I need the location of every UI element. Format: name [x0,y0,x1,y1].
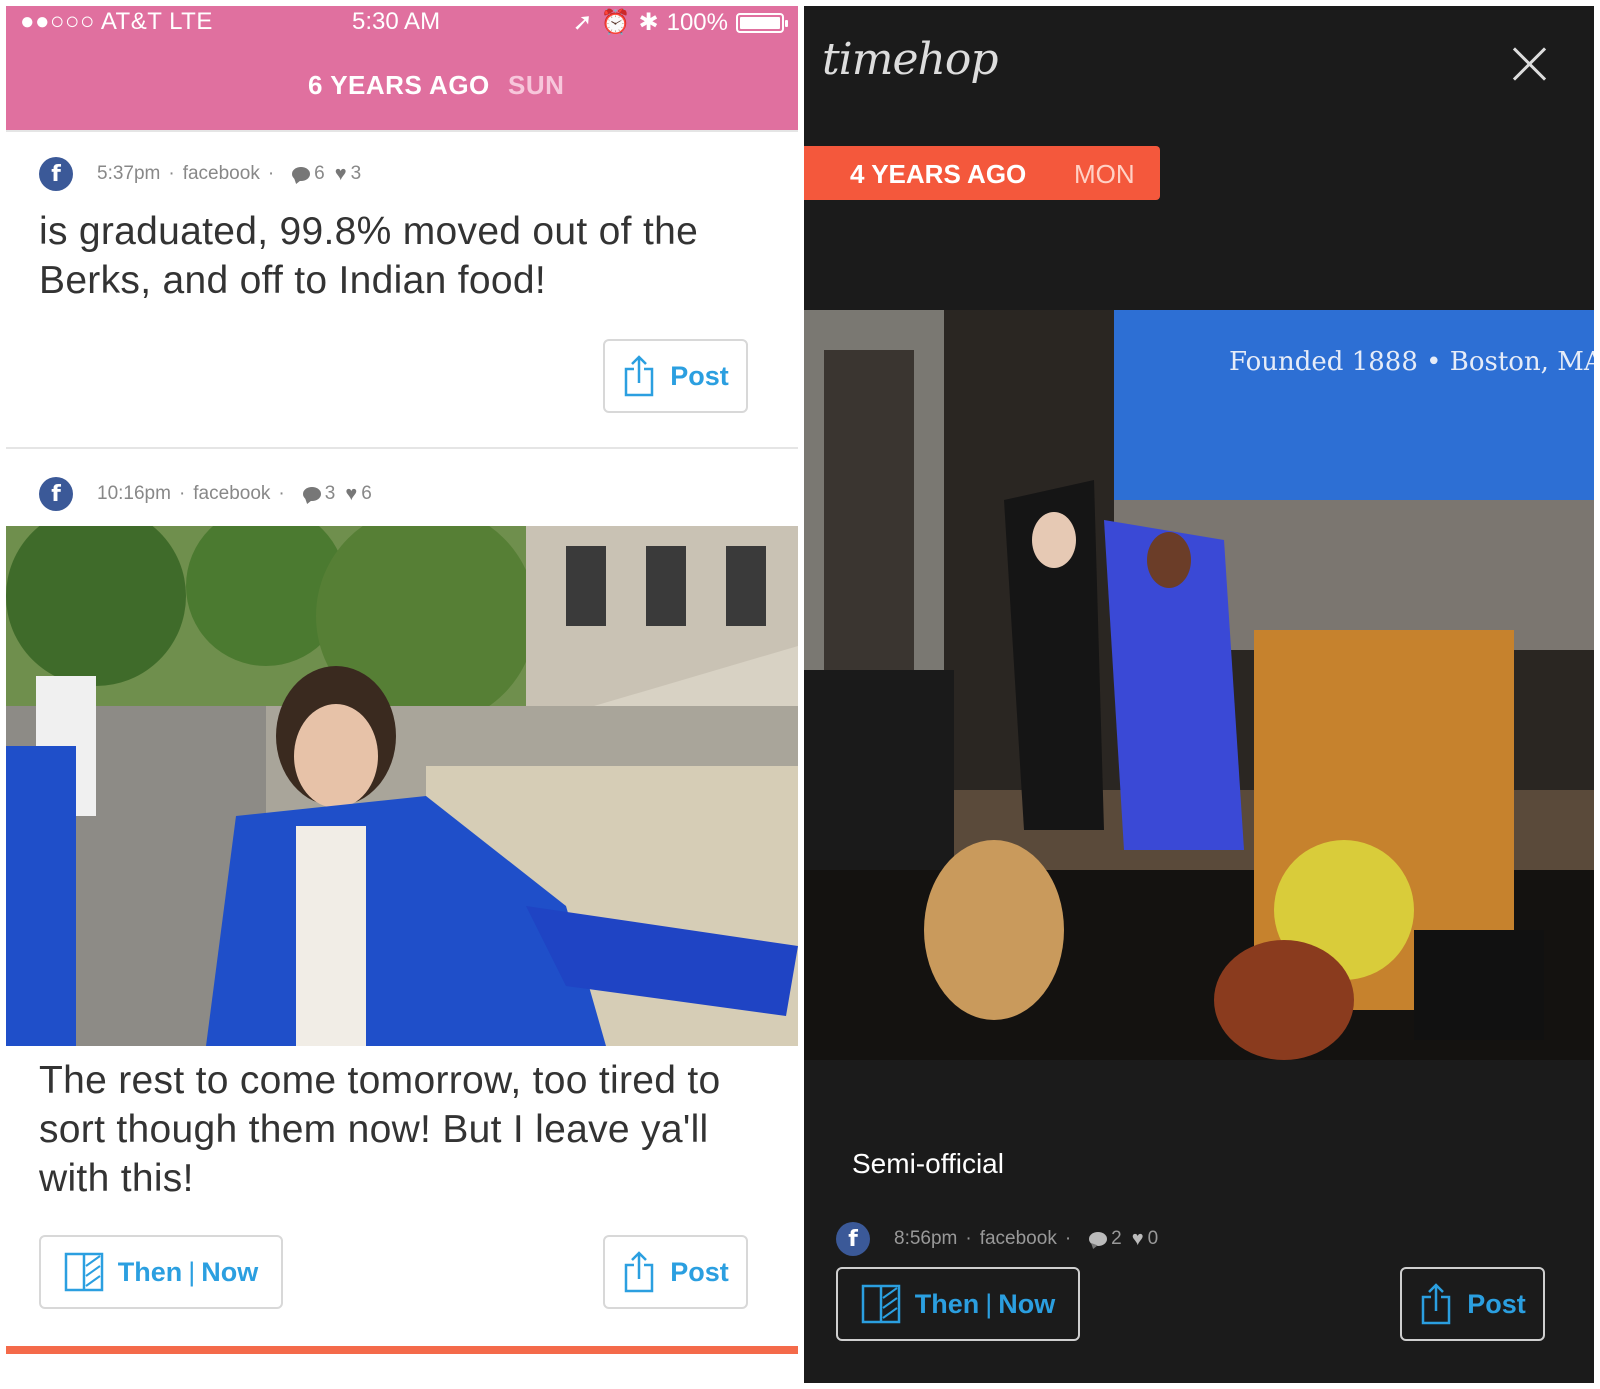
bluetooth-icon: ✱ [638,9,659,36]
heart-icon: ♥ [1131,1228,1144,1250]
divider [6,130,798,132]
post-meta: f 5:37pm · facebook · 6 ♥ 3 [39,157,361,191]
bottom-accent-bar [6,1346,798,1354]
now-label: Now [201,1256,259,1287]
clock: 5:30 AM [352,8,441,35]
post-source: facebook [979,1228,1057,1249]
meta-sep: · [168,163,175,184]
then-now-icon [64,1252,103,1292]
photo-image: Founded 1888 • Boston, MA [804,310,1594,1060]
weekday-label: MON [1074,159,1135,189]
share-icon [624,355,654,397]
like-count-value: 3 [350,163,362,184]
post-meta: f 8:56pm · facebook · 2 ♥ 0 [836,1222,1158,1256]
now-label: Now [998,1288,1056,1319]
post-meta: f 10:16pm · facebook · 3 ♥ 6 [39,477,372,511]
day-tag: 4 YEARS AGO MON [804,146,1160,200]
like-count: ♥ 0 [1132,1228,1158,1250]
like-count-value: 0 [1147,1228,1159,1249]
comment-count-value: 3 [324,483,336,504]
status-bar: ●●○○○ AT&T LTE 5:30 AM ➚ ⏰ ✱ 100% [6,6,798,36]
meta-sep: · [1064,1228,1072,1249]
post-button[interactable]: Post [603,1235,748,1309]
years-ago-label: 4 YEARS AGO [850,159,1027,189]
post-button[interactable]: Post [603,339,748,413]
post-source: facebook [182,163,260,184]
post-text: The rest to come tomorrow, too tired to … [39,1059,721,1200]
then-label: Then [117,1256,183,1287]
comment-icon [302,487,321,501]
then-now-button[interactable]: Then | Now [836,1267,1080,1341]
location-icon: ➚ [572,9,593,36]
then-now-separator: | [188,1256,196,1287]
battery-percent: 100% [666,8,728,36]
status-right: ➚ ⏰ ✱ 100% [572,8,788,37]
then-now-separator: | [985,1288,993,1319]
photo-caption: Semi-official [852,1148,1004,1179]
post-time: 5:37pm [97,163,161,184]
heart-icon: ♥ [334,163,347,185]
post-button-label: Post [670,360,729,391]
ceremony-photo[interactable]: Founded 1888 • Boston, MA [804,310,1594,1060]
weekday-label: SUN [508,70,565,100]
meta-sep: · [278,483,285,504]
comment-count-value: 2 [1111,1228,1122,1249]
post-text: is graduated, 99.8% moved out of the Ber… [39,210,699,302]
then-now-button[interactable]: Then | Now [39,1235,283,1309]
post-button-label: Post [1467,1288,1526,1319]
post-time: 10:16pm [97,483,171,504]
post-button-label: Post [670,1256,729,1287]
comment-icon [292,167,311,181]
then-now-icon [861,1284,900,1324]
close-icon[interactable] [1512,46,1548,82]
post-time: 8:56pm [894,1228,958,1249]
battery-icon [736,12,788,33]
heart-icon: ♥ [345,483,358,505]
share-icon [1421,1283,1451,1325]
carrier-label: ●●○○○ AT&T LTE [20,8,213,35]
alarm-icon: ⏰ [600,9,631,36]
comment-count: 6 [292,163,325,185]
then-label: Then [914,1288,980,1319]
meta-sep: · [965,1228,972,1249]
years-ago-label: 6 YEARS AGO [308,70,490,100]
share-icon [624,1251,654,1293]
post-source: facebook [193,483,271,504]
comment-count: 2 [1089,1228,1122,1250]
divider [6,447,798,449]
facebook-icon: f [39,157,73,191]
banner-text: Founded 1888 • Boston, MA [1229,347,1594,377]
meta-sep: · [178,483,186,504]
facebook-icon: f [836,1222,870,1256]
right-panel: timehop 4 YEARS AGO MON Founded 1888 • B… [804,6,1594,1383]
like-count-value: 6 [361,483,372,504]
timehop-logo: timehop [822,34,999,85]
like-count: ♥ 3 [335,163,361,185]
comment-icon [1089,1232,1108,1246]
like-count: ♥ 6 [345,483,371,505]
comment-count: 3 [302,483,336,505]
meta-sep: · [267,163,275,184]
facebook-icon: f [39,477,73,511]
graduation-photo[interactable] [6,526,798,1046]
comment-count-value: 6 [314,163,325,184]
photo-image [6,526,798,1046]
post-button[interactable]: Post [1400,1267,1545,1341]
left-panel: 6 YEARS AGO SUN ●●○○○ AT&T LTE 5:30 AM ➚… [6,6,798,1383]
